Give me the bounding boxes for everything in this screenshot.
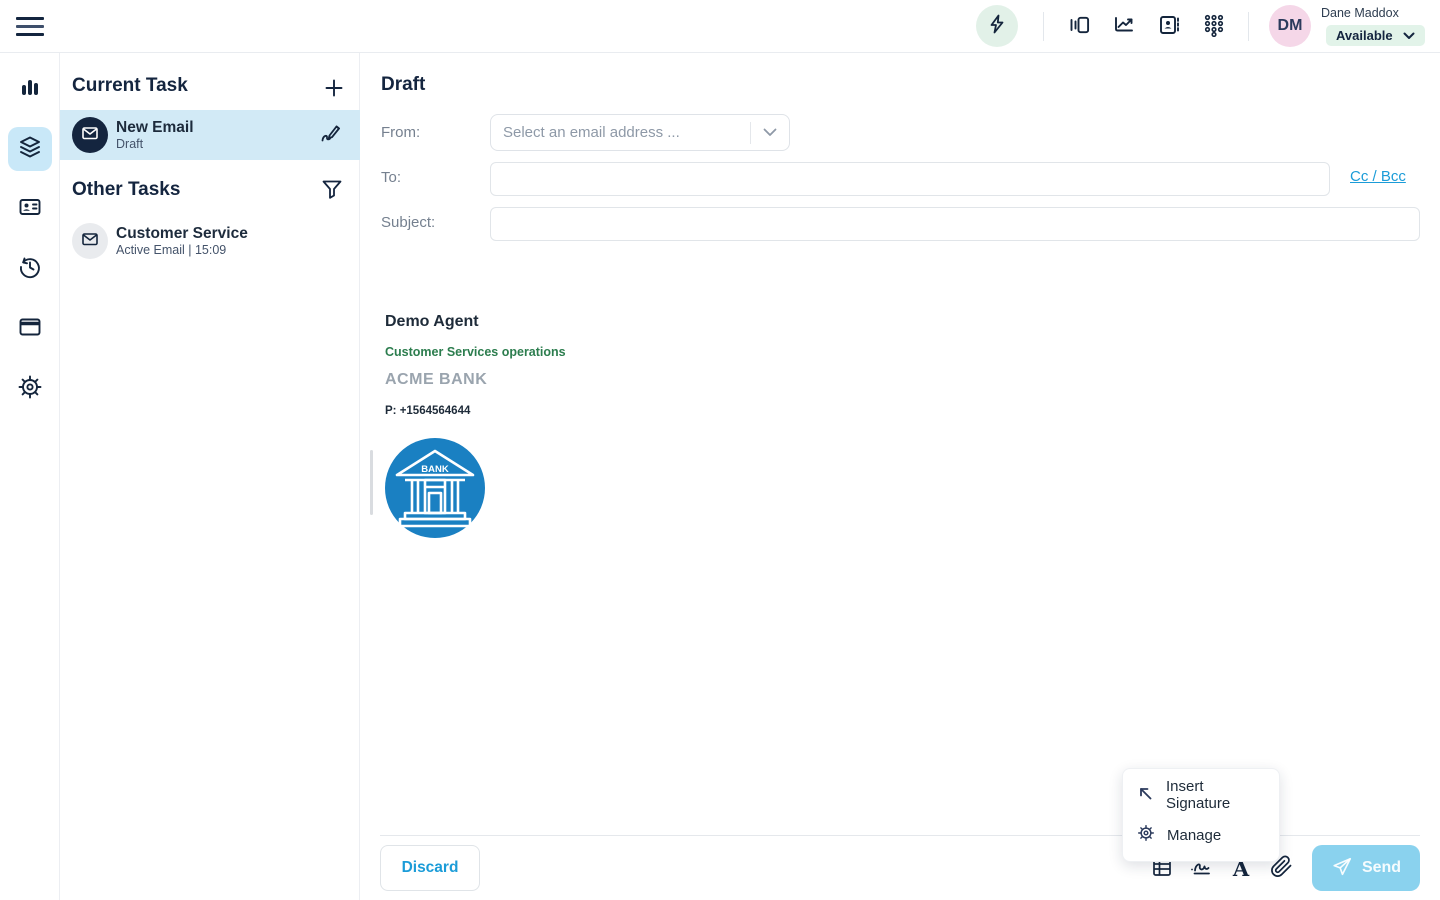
quick-actions-button[interactable]: [976, 5, 1018, 47]
side-panel-button[interactable]: [1066, 14, 1092, 40]
arrow-up-left-icon: [1137, 785, 1154, 806]
signature-company: ACME BANK: [385, 371, 566, 389]
contacts-button[interactable]: [1156, 14, 1182, 40]
hamburger-menu-icon[interactable]: [16, 13, 44, 39]
signature-department: Customer Services operations: [385, 345, 566, 359]
left-navigation-rail: [0, 53, 60, 900]
side-panel-icon: [1067, 13, 1091, 42]
task-subtitle: Active Email | 15:09: [116, 243, 360, 257]
browser-window-icon: [17, 314, 43, 345]
contact-card-icon: [1157, 13, 1181, 42]
history-icon: [17, 254, 43, 285]
top-bar: DM Dane Maddox Available: [0, 0, 1440, 53]
gear-icon: [1137, 824, 1155, 846]
user-name: Dane Maddox: [1321, 6, 1399, 20]
other-tasks-heading: Other Tasks: [72, 179, 180, 201]
signature-phone: P: +1564564644: [385, 405, 566, 417]
analytics-icon: [1112, 13, 1136, 42]
dialpad-button[interactable]: [1201, 14, 1227, 40]
cc-bcc-link[interactable]: Cc / Bcc: [1350, 168, 1406, 185]
insert-signature-menu-item[interactable]: Insert Signature: [1123, 775, 1279, 815]
nav-item-analytics[interactable]: [8, 68, 52, 112]
envelope-icon: [81, 230, 99, 253]
lightning-icon: [986, 13, 1008, 40]
task-title: Customer Service: [116, 225, 360, 243]
chevron-down-icon: [1403, 28, 1415, 43]
task-item-new-email[interactable]: New Email Draft: [60, 110, 360, 160]
draft-email-pane: Draft From: Select an email address ... …: [360, 53, 1440, 900]
contacts-icon: [17, 194, 43, 225]
menu-item-label: Insert Signature: [1166, 778, 1265, 812]
avatar-initials: DM: [1278, 17, 1303, 35]
compose-signature-button[interactable]: [316, 120, 346, 150]
nav-item-browser[interactable]: [8, 307, 52, 351]
envelope-icon: [81, 124, 99, 147]
add-task-button[interactable]: [320, 74, 348, 102]
to-input[interactable]: [490, 162, 1330, 196]
signature-menu: Insert Signature Manage: [1122, 768, 1280, 862]
from-placeholder: Select an email address ...: [503, 124, 750, 141]
send-label: Send: [1362, 859, 1401, 877]
email-signature-block: Demo Agent Customer Services operations …: [385, 313, 566, 417]
user-avatar[interactable]: DM: [1269, 5, 1311, 47]
discard-button[interactable]: Discard: [380, 845, 480, 891]
subject-label: Subject:: [381, 214, 435, 231]
filter-tasks-button[interactable]: [318, 177, 346, 205]
nav-item-contacts[interactable]: [8, 187, 52, 231]
analytics-button[interactable]: [1111, 14, 1137, 40]
task-item-customer-service[interactable]: Customer Service Active Email | 15:09: [60, 216, 360, 266]
bank-logo-text: BANK: [421, 464, 449, 475]
dialpad-icon: [1202, 13, 1226, 42]
pen-signature-icon: [319, 121, 343, 150]
task-panel: Current Task New Email Draft Other Tasks: [60, 53, 360, 900]
nav-item-tasks[interactable]: [8, 127, 52, 171]
from-label: From:: [381, 124, 420, 141]
chevron-down-icon: [751, 128, 789, 137]
current-task-heading: Current Task: [72, 75, 188, 97]
menu-item-label: Manage: [1167, 827, 1221, 844]
bar-chart-icon: [18, 76, 42, 105]
to-label: To:: [381, 169, 401, 186]
paper-plane-icon: [1331, 856, 1353, 881]
gear-icon: [17, 374, 43, 405]
subject-input[interactable]: [490, 207, 1420, 241]
body-scrollbar-thumb[interactable]: [370, 450, 373, 515]
funnel-icon: [321, 178, 343, 205]
signature-name: Demo Agent: [385, 313, 566, 331]
task-subtitle: Draft: [116, 137, 316, 151]
nav-item-settings[interactable]: [8, 367, 52, 411]
task-stack-icon: [17, 134, 43, 165]
email-task-avatar: [72, 117, 108, 153]
task-title: New Email: [116, 119, 316, 137]
availability-label: Available: [1336, 28, 1393, 43]
app-window: DM Dane Maddox Available: [0, 0, 1440, 900]
draft-title: Draft: [381, 74, 425, 96]
nav-item-history[interactable]: [8, 247, 52, 291]
topbar-divider: [1043, 12, 1044, 41]
availability-dropdown[interactable]: Available: [1326, 25, 1425, 46]
bank-logo: BANK: [385, 437, 485, 539]
email-task-avatar: [72, 223, 108, 259]
send-button[interactable]: Send: [1312, 845, 1420, 891]
topbar-divider: [1248, 12, 1249, 41]
manage-signatures-menu-item[interactable]: Manage: [1123, 815, 1279, 855]
from-address-select[interactable]: Select an email address ...: [490, 114, 790, 151]
